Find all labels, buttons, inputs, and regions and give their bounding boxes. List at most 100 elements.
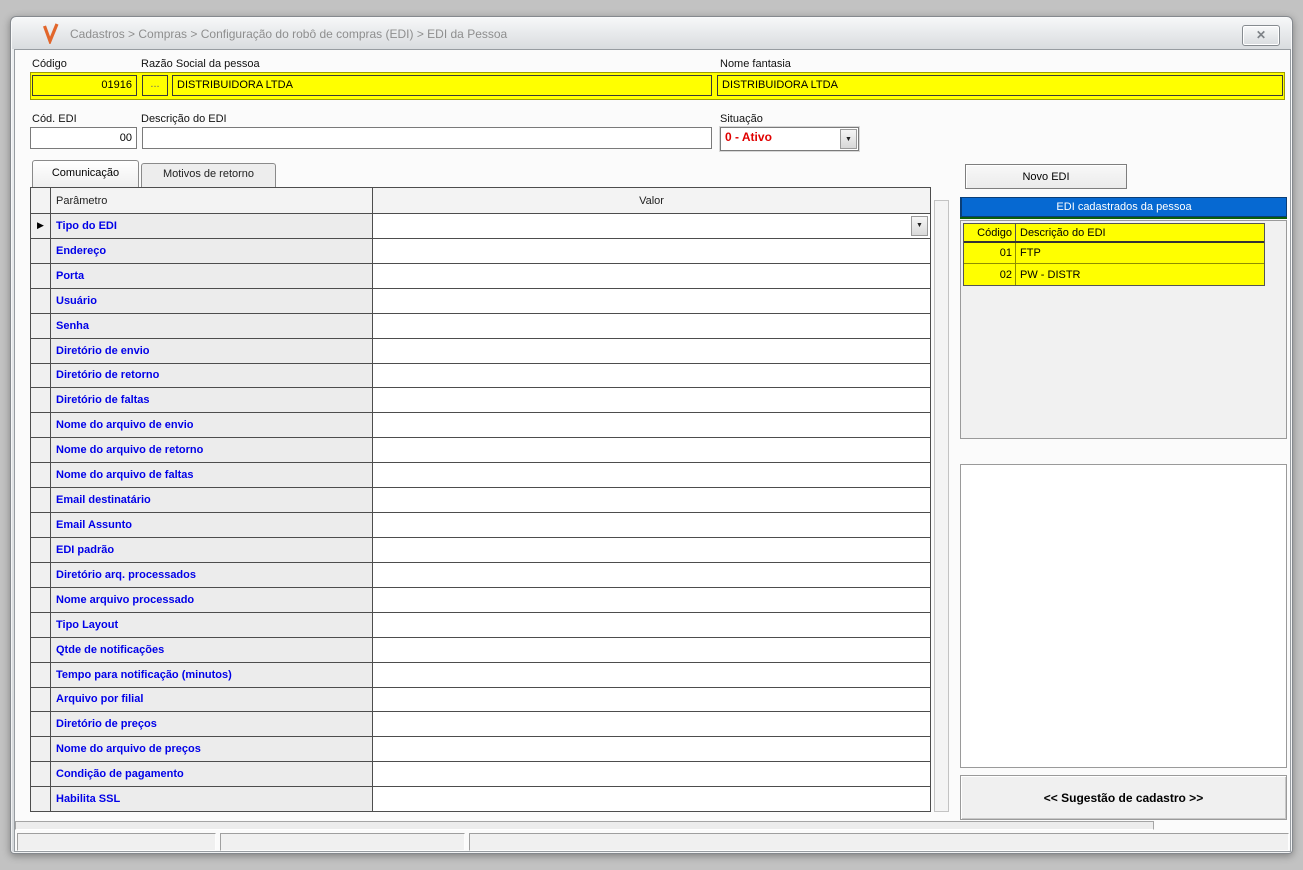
app-logo-icon xyxy=(42,23,62,45)
param-name-cell[interactable]: Arquivo por filial xyxy=(51,687,373,712)
param-name-cell[interactable]: Diretório de faltas xyxy=(51,388,373,413)
param-value-cell[interactable] xyxy=(373,413,930,438)
param-name-cell[interactable]: Diretório arq. processados xyxy=(51,562,373,587)
app-window: Cadastros > Compras > Configuração do ro… xyxy=(10,16,1293,854)
param-name-cell[interactable]: Nome arquivo processado xyxy=(51,587,373,612)
title-bar[interactable]: Cadastros > Compras > Configuração do ro… xyxy=(12,18,1291,49)
param-name-cell[interactable]: Nome do arquivo de faltas xyxy=(51,463,373,488)
param-value-cell[interactable] xyxy=(373,737,930,762)
parameter-grid-header: Parâmetro Valor xyxy=(31,188,930,214)
row-indicator-cell xyxy=(31,488,51,513)
row-indicator-cell: ▶ xyxy=(31,214,51,238)
table-row: Nome do arquivo de faltas xyxy=(31,463,930,489)
param-value-cell[interactable] xyxy=(373,388,930,413)
cod-edi-field[interactable]: 00 xyxy=(30,127,137,149)
descricao-column-header: Descrição do EDI xyxy=(1020,226,1106,239)
param-value-cell[interactable] xyxy=(373,562,930,587)
param-value-cell[interactable] xyxy=(373,288,930,313)
param-name-cell[interactable]: Porta xyxy=(51,263,373,288)
row-indicator-cell xyxy=(31,662,51,687)
grid-scrollbar[interactable] xyxy=(934,200,949,812)
status-panel-1 xyxy=(17,833,216,851)
param-name-cell[interactable]: Tipo do EDI xyxy=(51,214,373,238)
codigo-label: Código xyxy=(32,58,67,70)
param-value-cell[interactable] xyxy=(373,612,930,637)
param-value-cell[interactable] xyxy=(373,587,930,612)
param-value-cell[interactable] xyxy=(373,762,930,787)
param-name-cell[interactable]: Nome do arquivo de envio xyxy=(51,413,373,438)
close-icon: ✕ xyxy=(1255,28,1267,42)
param-value-cell[interactable] xyxy=(373,662,930,687)
table-row: Condição de pagamento xyxy=(31,762,930,788)
tab-comunicacao[interactable]: Comunicação xyxy=(32,160,139,187)
close-button[interactable]: ✕ xyxy=(1242,25,1280,46)
param-name-cell[interactable]: Diretório de envio xyxy=(51,338,373,363)
row-indicator-cell xyxy=(31,338,51,363)
status-panel-2 xyxy=(220,833,465,851)
nome-fantasia-field[interactable]: DISTRIBUIDORA LTDA xyxy=(717,75,1283,96)
param-value-cell[interactable]: ▼ xyxy=(373,214,930,238)
table-row: Tipo Layout xyxy=(31,612,930,638)
row-indicator-cell xyxy=(31,263,51,288)
table-row: Email Assunto xyxy=(31,513,930,538)
table-row: Diretório de envio xyxy=(31,338,930,364)
param-name-cell[interactable]: Diretório de retorno xyxy=(51,363,373,388)
param-value-cell[interactable] xyxy=(373,637,930,662)
codigo-column-header: Código xyxy=(964,224,1016,241)
param-value-cell[interactable] xyxy=(373,787,930,812)
descricao-edi-field[interactable] xyxy=(142,127,712,149)
razao-social-label: Razão Social da pessoa xyxy=(141,58,260,70)
param-name-cell[interactable]: Nome do arquivo de retorno xyxy=(51,438,373,463)
param-value-cell[interactable] xyxy=(373,338,930,363)
edi-row[interactable]: 01 FTP xyxy=(964,243,1264,264)
param-value-cell[interactable] xyxy=(373,712,930,737)
param-name-cell[interactable]: Senha xyxy=(51,313,373,338)
cod-edi-label: Cód. EDI xyxy=(32,113,77,125)
param-name-cell[interactable]: Condição de pagamento xyxy=(51,762,373,787)
param-name-cell[interactable]: Email Assunto xyxy=(51,513,373,537)
situacao-combobox[interactable]: 0 - Ativo ▼ xyxy=(720,127,859,151)
param-value-cell[interactable] xyxy=(373,513,930,537)
param-name-cell[interactable]: Endereço xyxy=(51,238,373,263)
param-value-cell[interactable] xyxy=(373,238,930,263)
novo-edi-button[interactable]: Novo EDI xyxy=(965,164,1127,189)
parametro-column-header: Parâmetro xyxy=(51,188,373,213)
edi-list-title: EDI cadastrados da pessoa xyxy=(960,197,1287,217)
table-row: Porta xyxy=(31,263,930,289)
row-indicator-cell xyxy=(31,562,51,587)
param-name-cell[interactable]: EDI padrão xyxy=(51,537,373,562)
edi-row[interactable]: 02 PW - DISTR xyxy=(964,264,1264,285)
param-value-cell[interactable] xyxy=(373,488,930,513)
situacao-dropdown-button[interactable]: ▼ xyxy=(840,129,857,149)
edi-codigo-cell[interactable]: 02 xyxy=(964,264,1016,285)
param-name-cell[interactable]: Qtde de notificações xyxy=(51,637,373,662)
tab-motivos-de-retorno[interactable]: Motivos de retorno xyxy=(141,163,276,187)
param-value-cell[interactable] xyxy=(373,363,930,388)
suggestion-panel xyxy=(960,464,1287,768)
value-dropdown-button[interactable]: ▼ xyxy=(911,216,928,236)
param-name-cell[interactable]: Nome do arquivo de preços xyxy=(51,737,373,762)
codigo-field[interactable]: 01916 xyxy=(32,75,137,96)
param-value-cell[interactable] xyxy=(373,263,930,288)
param-name-cell[interactable]: Habilita SSL xyxy=(51,787,373,812)
table-row: Qtde de notificações xyxy=(31,637,930,663)
param-value-cell[interactable] xyxy=(373,313,930,338)
lookup-button[interactable]: ... xyxy=(142,75,168,96)
param-value-cell[interactable] xyxy=(373,438,930,463)
param-value-cell[interactable] xyxy=(373,687,930,712)
sugestao-cadastro-button[interactable]: << Sugestão de cadastro >> xyxy=(960,775,1287,820)
edi-descricao-cell[interactable]: FTP xyxy=(1016,243,1264,263)
edi-descricao-cell[interactable]: PW - DISTR xyxy=(1016,264,1264,285)
param-name-cell[interactable]: Email destinatário xyxy=(51,488,373,513)
param-value-cell[interactable] xyxy=(373,537,930,562)
param-name-cell[interactable]: Usuário xyxy=(51,288,373,313)
row-indicator-cell xyxy=(31,537,51,562)
edi-codigo-cell[interactable]: 01 xyxy=(964,243,1016,263)
param-name-cell[interactable]: Diretório de preços xyxy=(51,712,373,737)
table-row: ▶ Tipo do EDI ▼ xyxy=(31,214,930,239)
param-name-cell[interactable]: Tempo para notificação (minutos) xyxy=(51,662,373,687)
param-name-cell[interactable]: Tipo Layout xyxy=(51,612,373,637)
row-indicator-cell xyxy=(31,238,51,263)
razao-social-field[interactable]: DISTRIBUIDORA LTDA xyxy=(172,75,712,96)
param-value-cell[interactable] xyxy=(373,463,930,488)
